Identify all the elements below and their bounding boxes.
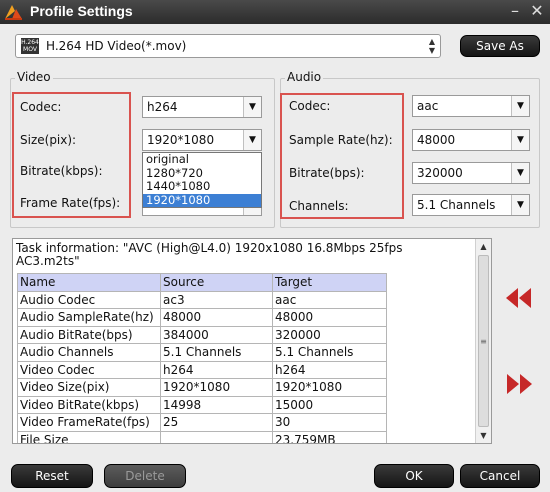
task-info-text: Task information: "AVC (High@L4.0) 1920x… [16,241,403,268]
table-row: Video Size(pix) 1920*1080 1920*1080 [17,378,387,397]
audio-bitrate-select[interactable]: 320000 ▼ [412,162,530,184]
scroll-up-icon[interactable]: ▲ [476,239,491,254]
format-value: H.264 HD Video(*.mov) [46,39,187,53]
table-row: File Size 23.759MB [17,430,387,443]
table-row: Video BitRate(kbps) 14998 15000 [17,395,387,414]
table-cell: Audio BitRate(bps) [17,325,161,344]
updown-arrow-icon: ▲ ▼ [428,37,435,55]
table-cell: aac [272,290,387,309]
table-cell: 14998 [160,395,273,414]
table-header-row: Name Source Target [17,273,387,292]
audio-samplerate-select[interactable]: 48000 ▼ [412,129,530,151]
dropdown-arrow-icon: ▼ [511,163,529,183]
save-as-button[interactable]: Save As [460,35,540,57]
table-cell: 1920*1080 [160,378,273,397]
audio-codec-label: Codec: [289,99,331,113]
table-header-cell: Target [272,273,387,292]
minimize-button[interactable]: – [505,1,525,21]
audio-group-title: Audio [285,70,324,84]
table-cell: 48000 [160,308,273,327]
size-option-original[interactable]: original [143,152,261,167]
table-cell: Audio SampleRate(hz) [17,308,161,327]
format-select[interactable]: H.264 MOV H.264 HD Video(*.mov) ▲ ▼ [15,34,441,58]
video-size-select[interactable]: 1920*1080 ▼ [142,129,262,151]
video-framerate-label: Frame Rate(fps): [20,196,121,210]
table-cell [160,430,273,443]
size-option-1280x720[interactable]: 1280*720 [143,166,261,181]
ok-button[interactable]: OK [374,464,454,488]
audio-bitrate-label: Bitrate(bps): [289,166,365,180]
audio-codec-select[interactable]: aac ▼ [412,95,530,117]
table-cell: h264 [272,360,387,379]
table-row: Audio SampleRate(hz) 48000 48000 [17,308,387,327]
table-row: Video FrameRate(fps) 25 30 [17,413,387,432]
dialog-body: H.264 MOV H.264 HD Video(*.mov) ▲ ▼ Save … [0,24,550,492]
video-size-dropdown-list[interactable]: original 1280*720 1440*1080 1920*1080 [142,152,262,208]
table-row: Audio BitRate(bps) 384000 320000 [17,325,387,344]
table-cell: 384000 [160,325,273,344]
mov-file-icon: H.264 MOV [21,38,39,54]
scroll-down-icon[interactable]: ▼ [476,428,491,443]
table-row: Audio Codec ac3 aac [17,290,387,309]
table-cell: File Size [17,430,161,443]
dropdown-arrow-icon: ▼ [243,97,261,117]
dropdown-arrow-icon: ▼ [511,195,529,215]
table-cell: 23.759MB [272,430,387,443]
cancel-button[interactable]: Cancel [460,464,540,488]
table-header-cell: Source [160,273,273,292]
dropdown-arrow-icon: ▼ [511,130,529,150]
audio-channels-label: Channels: [289,199,349,213]
table-cell: 1920*1080 [272,378,387,397]
close-button[interactable]: ✕ [527,1,547,21]
reset-button[interactable]: Reset [11,464,93,488]
forward-arrow-icon[interactable] [504,372,534,396]
table-cell: ac3 [160,290,273,309]
table-cell: Video Codec [17,360,161,379]
table-cell: Audio Channels [17,343,161,362]
table-cell: Video BitRate(kbps) [17,395,161,414]
video-bitrate-label: Bitrate(kbps): [20,164,103,178]
task-table: Name Source Target Audio Codec ac3 aac A… [17,273,387,443]
table-cell: h264 [160,360,273,379]
table-cell: 25 [160,413,273,432]
title-bar[interactable]: Profile Settings – ✕ [0,0,550,24]
table-cell: 5.1 Channels [160,343,273,362]
table-row: Audio Channels 5.1 Channels 5.1 Channels [17,343,387,362]
table-cell: 5.1 Channels [272,343,387,362]
video-codec-select[interactable]: h264 ▼ [142,96,262,118]
size-option-1920x1080[interactable]: 1920*1080 [143,193,261,207]
app-logo-icon [5,5,22,20]
task-info-panel: Task information: "AVC (High@L4.0) 1920x… [12,238,492,444]
table-cell: 15000 [272,395,387,414]
window-title: Profile Settings [30,3,133,19]
task-panel-scrollbar[interactable]: ▲ ≡ ▼ [475,239,491,443]
delete-button[interactable]: Delete [104,464,186,488]
dropdown-arrow-icon: ▼ [511,96,529,116]
video-size-label: Size(pix): [20,133,77,147]
table-cell: Video FrameRate(fps) [17,413,161,432]
audio-channels-select[interactable]: 5.1 Channels ▼ [412,194,530,216]
table-cell: Video Size(pix) [17,378,161,397]
table-cell: 30 [272,413,387,432]
dropdown-arrow-icon: ▼ [243,130,261,150]
audio-samplerate-label: Sample Rate(hz): [289,133,393,147]
table-cell: 320000 [272,325,387,344]
scroll-thumb[interactable]: ≡ [478,255,489,427]
table-row: Video Codec h264 h264 [17,360,387,379]
table-cell: Audio Codec [17,290,161,309]
table-header-cell: Name [17,273,161,292]
size-option-1440x1080[interactable]: 1440*1080 [143,179,261,194]
table-cell: 48000 [272,308,387,327]
video-group-title: Video [15,70,53,84]
video-codec-label: Codec: [20,100,62,114]
rewind-arrow-icon[interactable] [504,286,534,310]
